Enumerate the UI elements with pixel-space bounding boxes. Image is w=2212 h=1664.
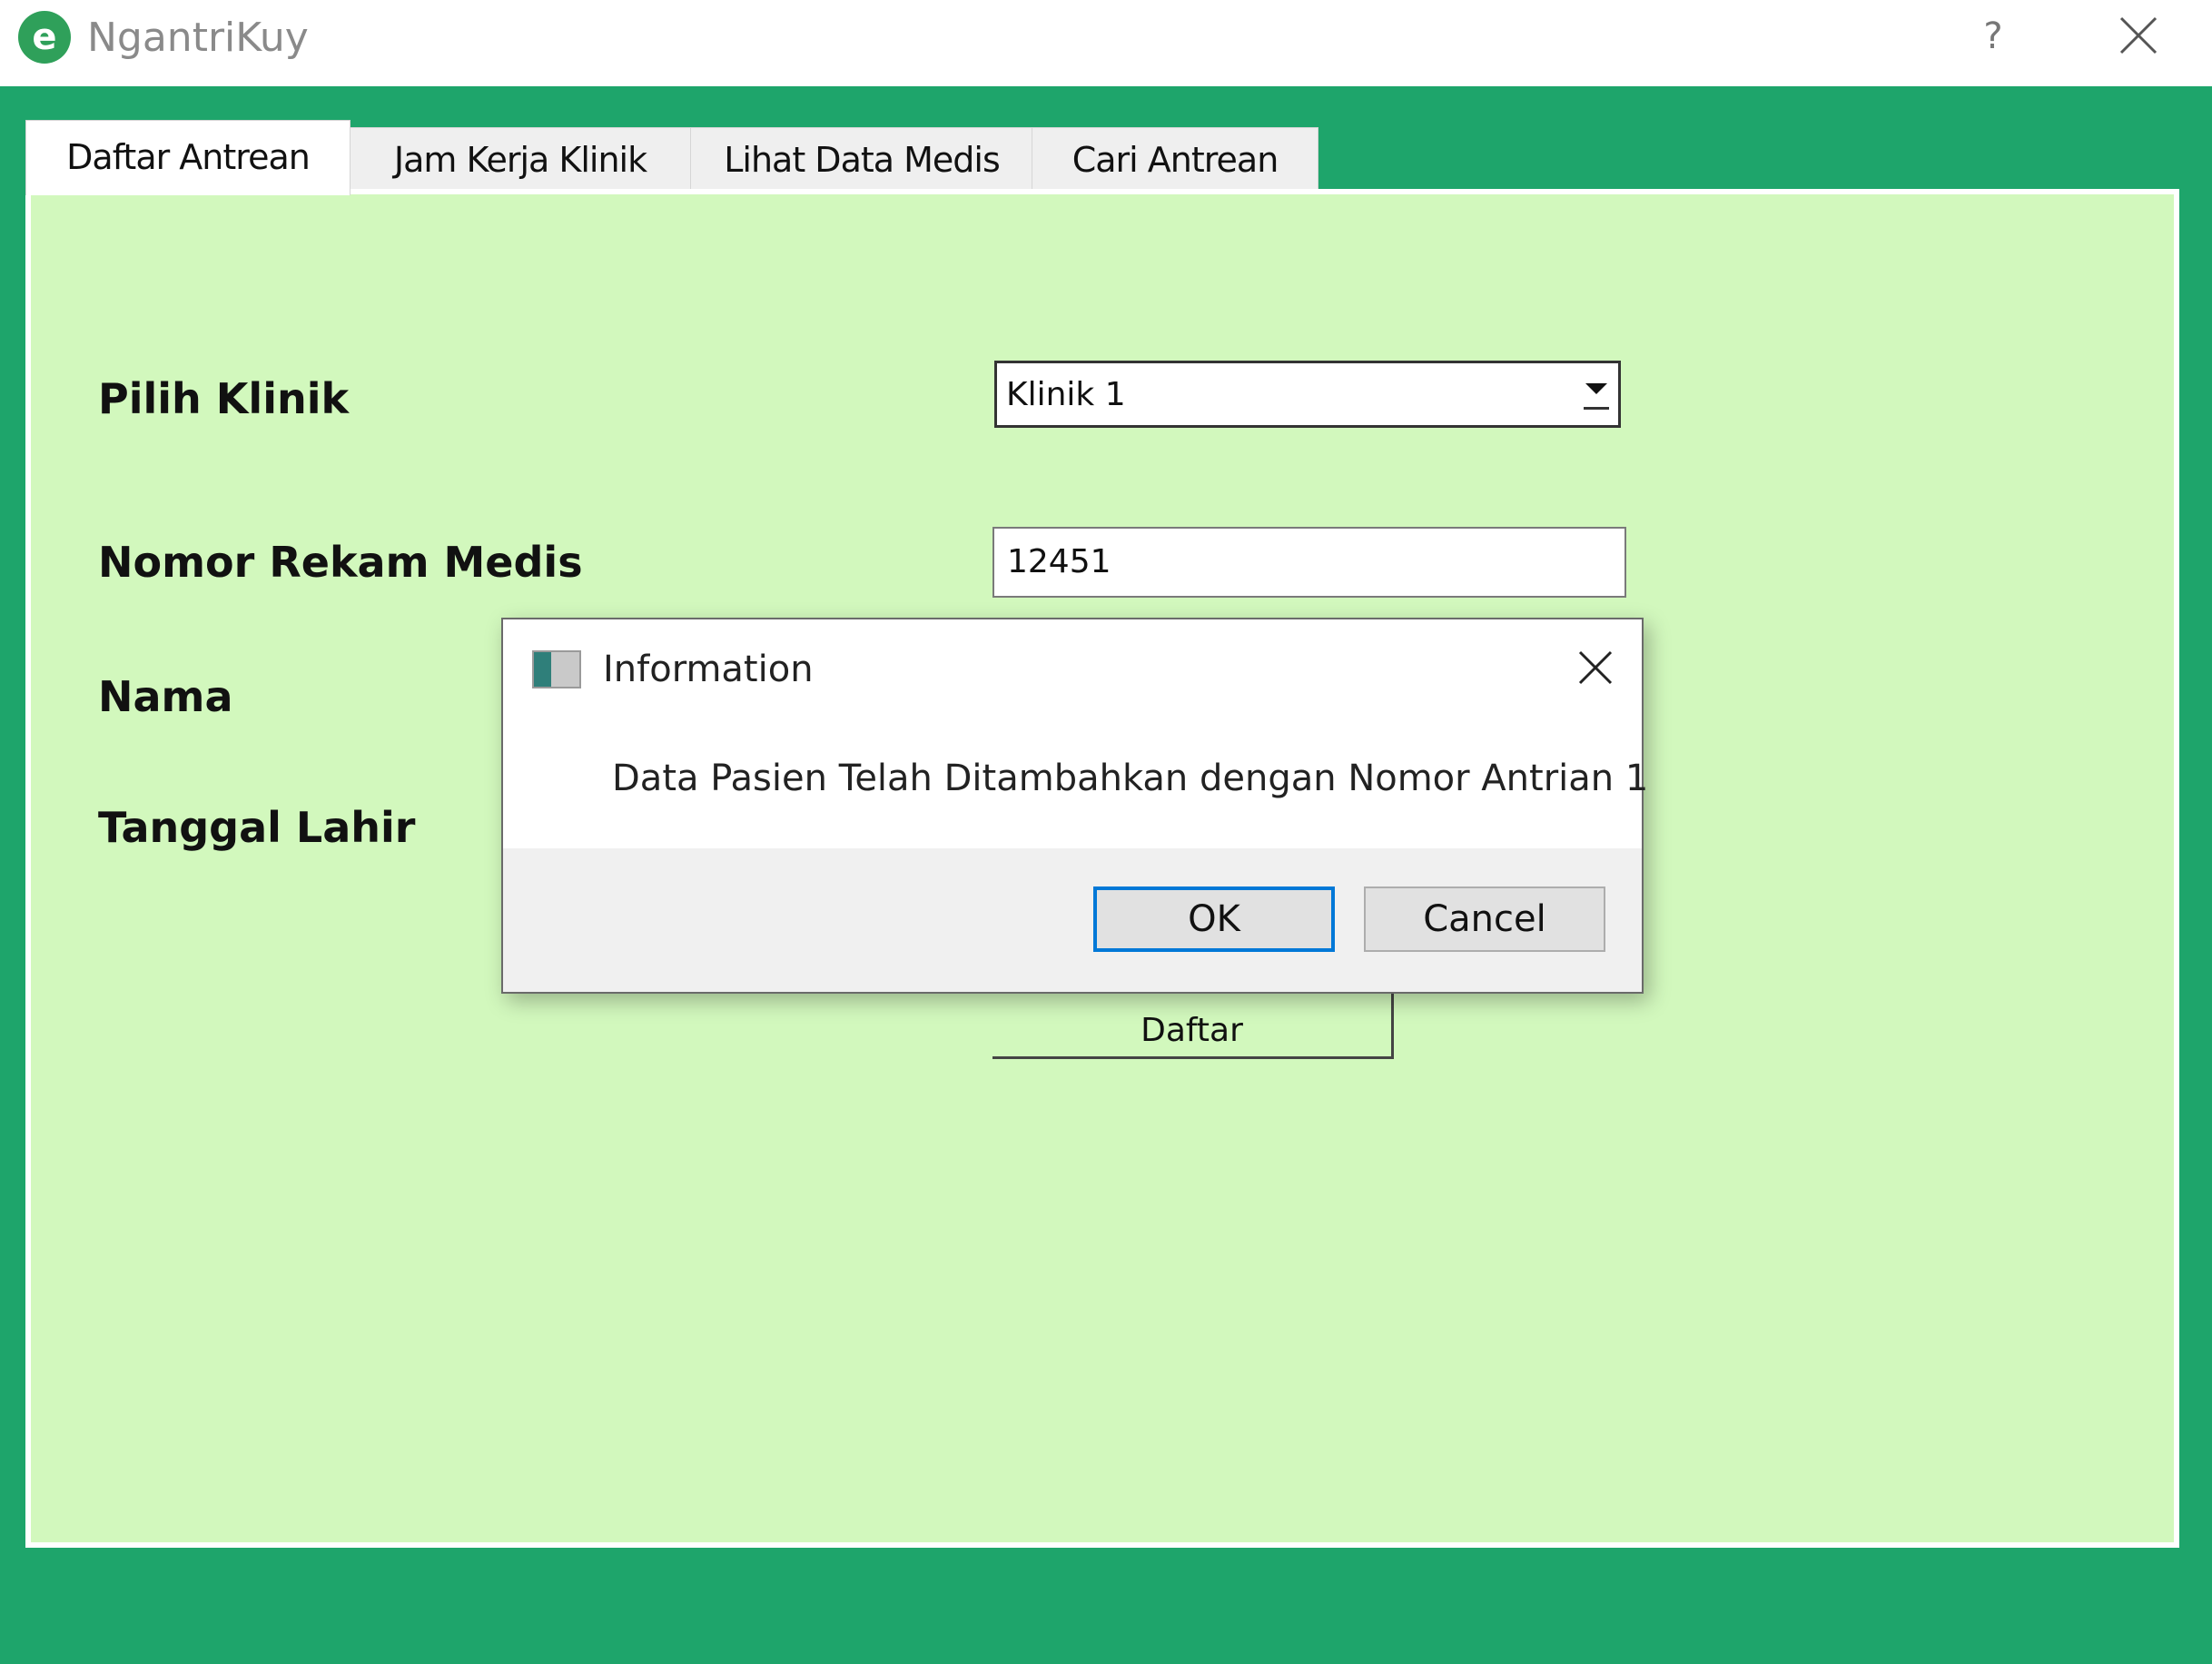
cancel-button[interactable]: Cancel (1364, 886, 1605, 952)
nama-label: Nama (98, 672, 233, 721)
help-button[interactable]: ? (1970, 9, 2016, 64)
daftar-button[interactable]: Daftar (992, 990, 1394, 1059)
tab-cari-antrean[interactable]: Cari Antrean (1032, 127, 1318, 192)
chevron-down-icon (1585, 383, 1607, 394)
ok-button[interactable]: OK (1093, 886, 1335, 952)
rekam-medis-label: Nomor Rekam Medis (98, 538, 583, 587)
app-logo-icon: e (18, 11, 71, 64)
klinik-selected-value: Klinik 1 (1006, 376, 1126, 413)
dialog-title: Information (603, 649, 814, 690)
rekam-medis-input[interactable]: 12451 (992, 527, 1626, 598)
tab-lihat-data-medis[interactable]: Lihat Data Medis (690, 127, 1033, 192)
tanggal-lahir-label: Tanggal Lahir (98, 803, 416, 852)
information-dialog: Information Data Pasien Telah Ditambahka… (501, 618, 1648, 994)
dropdown-underline (1584, 407, 1609, 410)
klinik-select[interactable]: Klinik 1 (994, 361, 1621, 428)
window-title: NgantriKuy (87, 15, 309, 61)
dialog-close-button[interactable] (1575, 647, 1616, 688)
tab-daftar-antrean[interactable]: Daftar Antrean (25, 120, 351, 195)
close-icon (2119, 16, 2158, 54)
close-icon (1578, 650, 1613, 685)
title-bar: e NgantriKuy ? (0, 0, 2212, 86)
klinik-label: Pilih Klinik (98, 374, 350, 423)
window-icon (532, 650, 581, 688)
dialog-message: Data Pasien Telah Ditambahkan dengan Nom… (612, 758, 1649, 799)
dialog-button-bar: OK Cancel (503, 848, 1642, 992)
tab-jam-kerja-klinik[interactable]: Jam Kerja Klinik (349, 127, 692, 192)
window-close-button[interactable] (2116, 11, 2161, 60)
